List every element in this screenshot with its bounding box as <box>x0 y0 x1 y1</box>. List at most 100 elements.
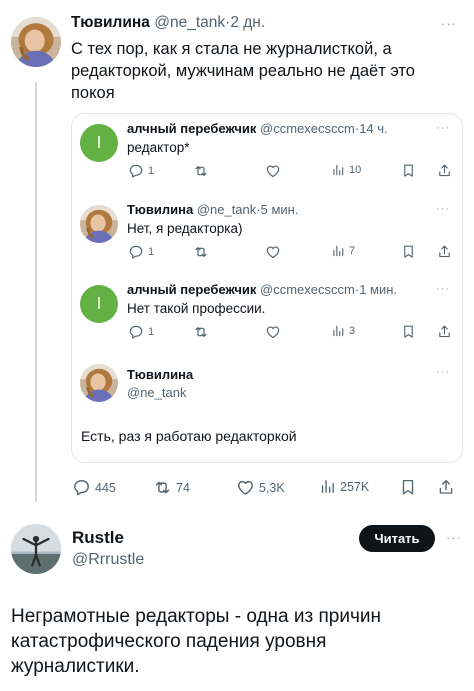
author-name[interactable]: Тювилина <box>127 202 193 217</box>
author-handle[interactable]: @ne_tank <box>127 385 186 400</box>
follow-button[interactable]: Читать <box>359 525 435 552</box>
more-icon[interactable]: ··· <box>446 530 462 545</box>
views-button[interactable]: 10 <box>331 163 361 177</box>
views-icon <box>319 478 336 495</box>
repost-icon <box>153 478 172 497</box>
like-button[interactable]: 5,3K <box>236 478 285 497</box>
reply-icon <box>128 163 144 179</box>
post-time[interactable]: 1 мин. <box>359 282 397 297</box>
tweet-text: Нет такой профессии. <box>127 301 266 316</box>
tweet-text: Нет, я редакторка) <box>127 221 243 236</box>
avatar[interactable] <box>11 524 61 574</box>
share-icon <box>437 244 452 259</box>
bookmark-button[interactable] <box>401 244 416 259</box>
post-text-line: С тех пор, как я стала не журналисткой, … <box>71 40 392 58</box>
reply-button[interactable]: 1 <box>128 244 154 260</box>
avatar[interactable] <box>80 364 118 402</box>
reply-button[interactable]: 1 <box>128 324 154 340</box>
share-icon <box>437 163 452 178</box>
tweet-text: редактор* <box>127 140 190 155</box>
repost-count: 74 <box>176 480 190 495</box>
share-button[interactable] <box>437 163 452 178</box>
like-count: 5,3K <box>259 480 285 495</box>
views-count: 7 <box>349 245 356 257</box>
repost-button[interactable]: 74 <box>153 478 190 497</box>
share-button[interactable] <box>437 324 452 339</box>
reply-count: 1 <box>148 246 155 258</box>
reply-icon <box>128 244 144 260</box>
bookmark-button[interactable] <box>401 163 416 178</box>
avatar[interactable]: l <box>80 285 118 323</box>
views-icon <box>331 244 345 258</box>
reply-text-line: Неграмотные редакторы - одна из причин <box>11 606 381 627</box>
repost-button[interactable] <box>193 324 209 340</box>
post-time[interactable]: 2 дн. <box>230 14 265 31</box>
like-button[interactable] <box>265 324 281 340</box>
author-name[interactable]: Тювилина <box>71 14 150 31</box>
bookmark-button[interactable] <box>401 324 416 339</box>
author-handle[interactable]: @Rrrustle <box>72 551 144 569</box>
reply-text-line: журналистики. <box>11 656 140 677</box>
avatar[interactable] <box>80 205 118 243</box>
avatar[interactable] <box>11 17 61 67</box>
views-count: 10 <box>349 164 362 176</box>
more-icon[interactable]: ··· <box>436 122 450 134</box>
like-button[interactable] <box>265 163 281 179</box>
like-icon <box>265 244 281 260</box>
views-icon <box>331 163 345 177</box>
tweet-header: алчный перебежчик @ccmexecscсm·14 ч. <box>127 121 388 136</box>
author-handle[interactable]: @ne_tank <box>197 202 256 217</box>
repost-icon <box>193 324 209 340</box>
views-count: 3 <box>349 325 356 337</box>
author-name[interactable]: алчный перебежчик <box>127 121 256 136</box>
like-icon <box>236 478 255 497</box>
like-icon <box>265 163 281 179</box>
bookmark-icon <box>401 324 416 339</box>
author-name[interactable]: Тювилина <box>127 367 193 382</box>
more-icon[interactable]: ··· <box>436 366 450 378</box>
author-handle[interactable]: @ccmexecscсm <box>260 282 355 297</box>
post-text-line: редакторкой, мужчинам реально не даёт эт… <box>71 62 415 80</box>
bookmark-icon <box>399 478 417 496</box>
bookmark-icon <box>401 163 416 178</box>
avatar[interactable]: l <box>80 124 118 162</box>
share-button[interactable] <box>437 244 452 259</box>
more-icon[interactable]: ··· <box>436 283 450 295</box>
share-icon <box>437 324 452 339</box>
post-time[interactable]: 5 мин. <box>261 202 299 217</box>
bookmark-button[interactable] <box>399 478 417 496</box>
tweet-text: Есть, раз я работаю редакторкой <box>81 428 297 444</box>
views-icon <box>331 324 345 338</box>
repost-icon <box>193 163 209 179</box>
author-name[interactable]: алчный перебежчик <box>127 282 256 297</box>
views-button[interactable]: 7 <box>331 244 355 258</box>
repost-button[interactable] <box>193 163 209 179</box>
bookmark-icon <box>401 244 416 259</box>
post-time[interactable]: 14 ч. <box>359 121 387 136</box>
reply-count: 445 <box>95 480 116 495</box>
reply-button[interactable]: 1 <box>128 163 154 179</box>
views-button[interactable]: 3 <box>331 324 355 338</box>
reply-icon <box>128 324 144 340</box>
share-button[interactable] <box>437 478 455 496</box>
post-header: Тювилина @ne_tank·2 дн. <box>71 14 265 32</box>
author-name[interactable]: Rustle <box>72 528 124 548</box>
author-handle[interactable]: @ccmexecscсm <box>260 121 355 136</box>
post-text: С тех пор, как я стала не журналисткой, … <box>71 38 415 104</box>
like-icon <box>265 324 281 340</box>
post-text-line: покоя <box>71 84 115 102</box>
like-button[interactable] <box>265 244 281 260</box>
repost-icon <box>193 244 209 260</box>
author-handle[interactable]: @ne_tank <box>154 14 225 31</box>
views-button[interactable]: 257K <box>319 478 369 495</box>
reply-text-line: катастрофического падения уровня <box>11 631 327 652</box>
more-icon[interactable]: ··· <box>441 16 457 31</box>
tweet-header: Тювилина @ne_tank·5 мин. <box>127 202 298 217</box>
reply-icon <box>72 478 91 497</box>
repost-button[interactable] <box>193 244 209 260</box>
more-icon[interactable]: ··· <box>436 203 450 215</box>
reply-text: Неграмотные редакторы - одна из причин к… <box>11 604 381 679</box>
reply-count: 1 <box>148 165 155 177</box>
reply-count: 1 <box>148 326 155 338</box>
reply-button[interactable]: 445 <box>72 478 116 497</box>
